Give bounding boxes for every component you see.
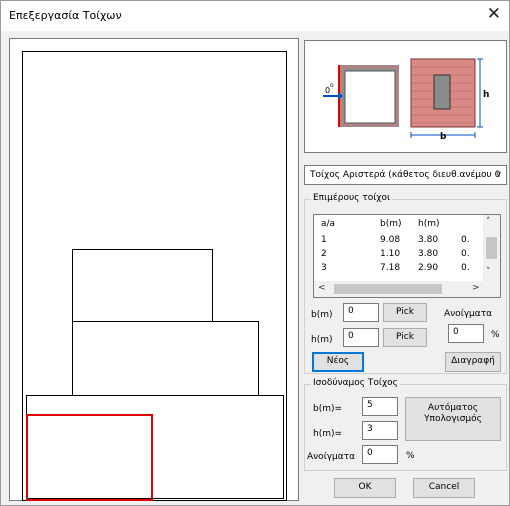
auto-calculate-line1: Αυτόματος: [427, 403, 479, 413]
partial-walls-group: Επιμέρους τοίχοι a/a b(m) h(m) 1 9.08 3.…: [304, 193, 507, 374]
pick-h-button[interactable]: Pick: [383, 328, 427, 347]
equivalent-wall-group: Ισοδύναμος Τοίχος b(m)= 5 h(m)= 3 Αυτόμα…: [304, 378, 507, 471]
row-h: 3.80: [418, 249, 439, 259]
row-index: 2: [321, 249, 327, 259]
row-b: 9.08: [380, 235, 401, 245]
row-h: 3.80: [418, 235, 439, 245]
column-header-index[interactable]: a/a: [321, 219, 335, 229]
drawing-frame: [22, 51, 287, 501]
row-b: 7.18: [380, 263, 401, 273]
column-header-b[interactable]: b(m): [380, 219, 402, 229]
partial-walls-title: Επιμέρους τοίχοι: [311, 193, 393, 203]
openings-label: Ανοίγματα: [444, 309, 493, 319]
equiv-openings-percent: %: [406, 451, 415, 461]
title-bar: Επεξεργασία Τοίχων ✕: [1, 1, 509, 31]
row-openings: 0.: [461, 249, 470, 259]
height-label: h: [483, 90, 489, 100]
wall-selector-dropdown[interactable]: Τοίχος Αριστερά (κάθετος διευθ.ανέμου 0 …: [304, 165, 507, 185]
wall-opening: [433, 74, 451, 110]
cancel-button[interactable]: Cancel: [413, 478, 475, 498]
angle-degree-label: o: [330, 82, 334, 89]
window-title: Επεξεργασία Τοίχων: [9, 9, 122, 22]
row-b: 1.10: [380, 249, 401, 259]
delete-wall-button[interactable]: Διαγραφή: [445, 352, 501, 372]
row-index: 3: [321, 263, 327, 273]
pick-b-button[interactable]: Pick: [383, 303, 427, 322]
wall-outline-top: [72, 249, 213, 322]
selected-wall-outline[interactable]: [26, 414, 153, 501]
equivalent-wall-title: Ισοδύναμος Τοίχος: [311, 378, 400, 388]
h-input[interactable]: 0: [343, 328, 379, 347]
h-label: h(m): [311, 335, 333, 345]
scroll-down-arrow-icon[interactable]: ˅: [486, 267, 491, 277]
wall-outline-middle: [72, 321, 259, 396]
wall-edit-dialog: Επεξεργασία Τοίχων ✕ 0 o h b Τοίχος Αρισ…: [0, 0, 510, 506]
list-row[interactable]: 2 1.10 3.80 0.: [314, 249, 484, 262]
list-row[interactable]: 1 9.08 3.80 0.: [314, 235, 484, 248]
close-icon[interactable]: ✕: [487, 4, 501, 24]
new-wall-button[interactable]: Νέος: [312, 352, 364, 372]
row-index: 1: [321, 235, 327, 245]
openings-percent: %: [491, 330, 500, 340]
wall-drawing-canvas[interactable]: [9, 38, 299, 501]
scroll-up-arrow-icon[interactable]: ˄: [486, 217, 491, 227]
wall-diagram: 0 o h b: [323, 58, 489, 142]
scroll-right-arrow-icon[interactable]: >: [472, 283, 480, 293]
openings-input[interactable]: 0: [448, 324, 484, 343]
wall-selector-value: Τοίχος Αριστερά (κάθετος διευθ.ανέμου 0: [310, 170, 501, 180]
horizontal-scroll-thumb[interactable]: [334, 284, 442, 294]
row-openings: 0.: [461, 235, 470, 245]
room-plan: [344, 70, 396, 124]
equiv-b-input[interactable]: 5: [362, 397, 398, 416]
horizontal-scrollbar[interactable]: < >: [314, 281, 500, 297]
row-openings: 0.: [461, 263, 470, 273]
vertical-scrollbar[interactable]: ˄ ˅: [483, 215, 500, 281]
wall-preview-image: 0 o h b: [304, 40, 507, 153]
width-label: b: [440, 132, 447, 142]
column-header-h[interactable]: h(m): [418, 219, 440, 229]
equiv-openings-label: Ανοίγματα: [307, 452, 356, 462]
auto-calculate-button[interactable]: Αυτόματος Υπολογισμός: [405, 397, 501, 441]
partial-walls-list[interactable]: a/a b(m) h(m) 1 9.08 3.80 0. 2 1.10 3.80…: [313, 214, 501, 298]
equiv-openings-input[interactable]: 0: [362, 445, 398, 464]
chevron-down-icon[interactable]: ∨: [495, 170, 502, 180]
b-label: b(m): [311, 310, 333, 320]
scroll-left-arrow-icon[interactable]: <: [318, 283, 326, 293]
auto-calculate-line2: Υπολογισμός: [424, 414, 482, 424]
vertical-scroll-thumb[interactable]: [486, 237, 497, 259]
equiv-h-label: h(m)=: [313, 429, 343, 439]
equiv-h-input[interactable]: 3: [362, 421, 398, 440]
equiv-b-label: b(m)=: [313, 404, 343, 414]
row-h: 2.90: [418, 263, 439, 273]
b-input[interactable]: 0: [343, 303, 379, 322]
list-header: a/a b(m) h(m): [314, 219, 484, 232]
list-row[interactable]: 3 7.18 2.90 0.: [314, 263, 484, 276]
ok-button[interactable]: OK: [334, 478, 396, 498]
